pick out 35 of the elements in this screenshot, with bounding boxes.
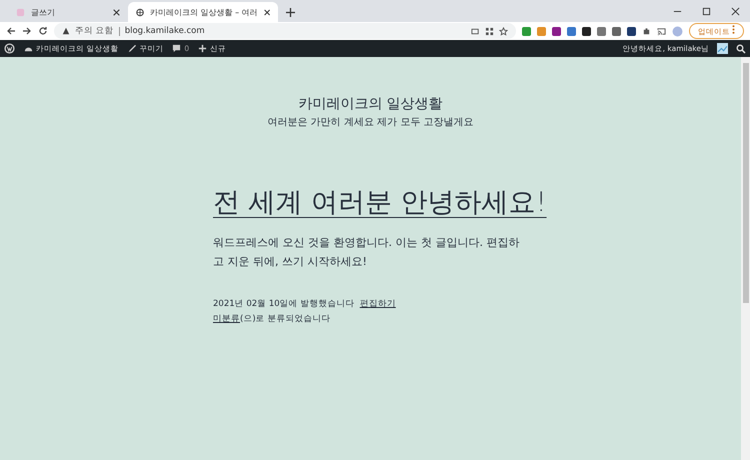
reload-icon[interactable] xyxy=(38,26,48,36)
search-icon[interactable] xyxy=(736,44,746,54)
address-bar[interactable]: 주의 요함 blog.kamilake.com xyxy=(54,23,516,39)
forward-icon[interactable] xyxy=(22,26,32,36)
category-note: (으)로 분류되었습니다 xyxy=(240,314,330,324)
site-title[interactable]: 카미레이크의 일상생활 xyxy=(0,95,741,113)
plus-icon[interactable] xyxy=(198,44,208,53)
category-link[interactable]: 미분류 xyxy=(213,314,240,324)
star-icon[interactable] xyxy=(498,26,508,36)
browser-tab[interactable]: 카미레이크의 일상생활 – 여러 xyxy=(128,2,278,22)
back-icon[interactable] xyxy=(6,26,16,36)
tab-favicon-icon xyxy=(16,8,25,16)
close-icon[interactable] xyxy=(113,8,120,16)
security-label: 주의 요함 xyxy=(75,25,114,37)
cast-device-icon[interactable] xyxy=(470,26,480,36)
new-tab-icon[interactable] xyxy=(286,8,295,17)
browser-tab[interactable]: 글쓰기 xyxy=(8,2,128,22)
site-tagline: 여러분은 가만히 계세요 제가 모두 고장낼게요 xyxy=(266,116,474,129)
scrollbar[interactable] xyxy=(741,57,750,460)
comment-icon[interactable] xyxy=(172,44,182,53)
globe-icon xyxy=(136,8,144,16)
brush-icon[interactable] xyxy=(127,44,136,53)
wordpress-logo-icon[interactable] xyxy=(4,43,15,54)
warning-icon xyxy=(62,27,70,35)
publish-date: 2021년 02월 10일에 발행했습니다 xyxy=(213,299,354,309)
edit-link[interactable]: 편집하기 xyxy=(360,299,396,309)
close-icon[interactable] xyxy=(731,6,740,16)
close-icon[interactable] xyxy=(264,8,270,16)
more-icon xyxy=(732,25,735,34)
qr-code-icon[interactable] xyxy=(484,26,494,36)
post-body: 워드프레스에 오신 것을 환영합니다. 이는 첫 글입니다. 편집하고 지운 뒤에, 쓰기 시작하세요! xyxy=(213,235,520,270)
url-text: blog.kamilake.com xyxy=(124,26,205,36)
post-title[interactable]: 전 세계 여러분 안녕하세요! xyxy=(213,185,547,221)
maximize-icon[interactable] xyxy=(702,6,711,16)
cast-icon[interactable] xyxy=(656,26,666,36)
